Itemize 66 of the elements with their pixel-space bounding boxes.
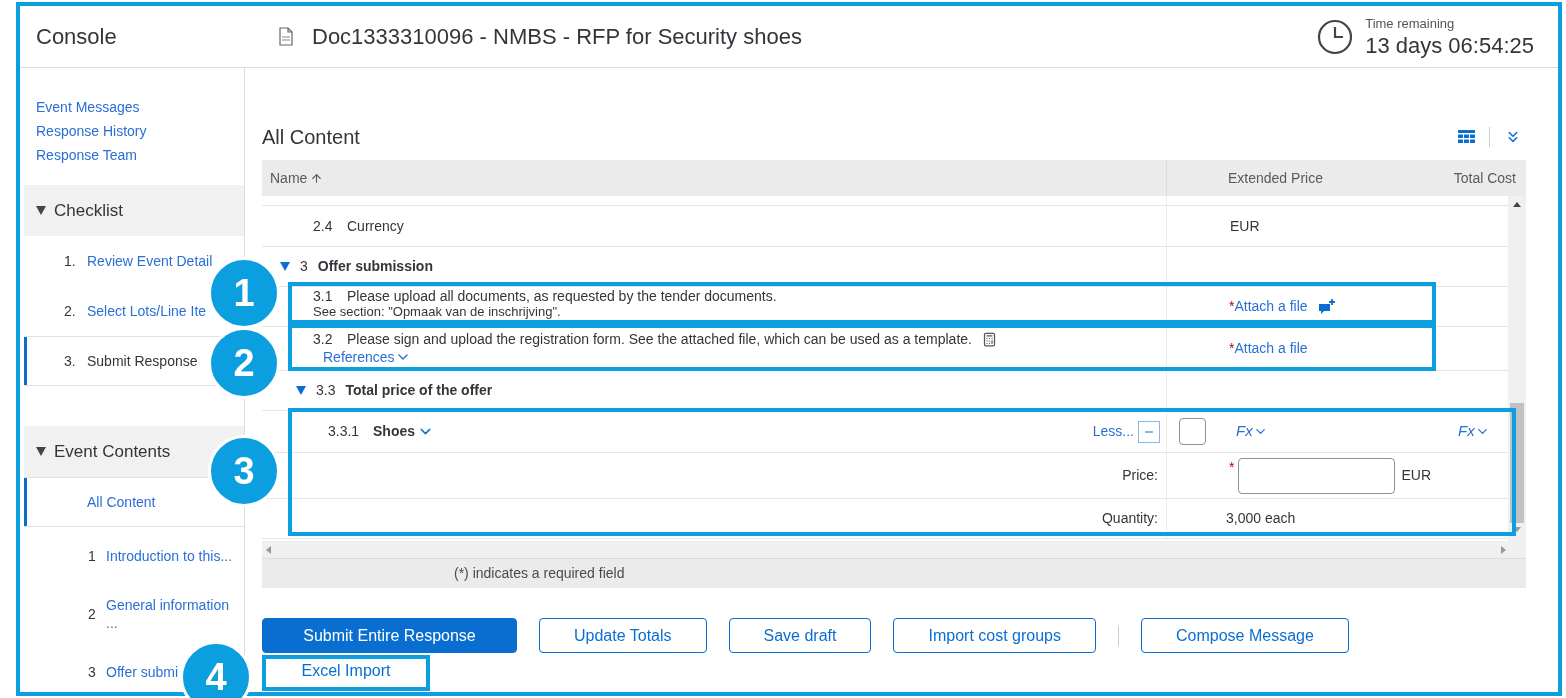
formula-button[interactable]: Fx	[1458, 420, 1490, 443]
action-button[interactable]: Update Totals	[539, 618, 707, 653]
sidebar-item[interactable]: All Content	[87, 493, 156, 511]
expand-triangle-icon[interactable]	[36, 206, 46, 215]
callout-number: 3	[208, 435, 280, 507]
row-number: 3.2	[313, 332, 334, 347]
attach-file-link[interactable]: *Attach a file	[1229, 338, 1308, 359]
section-name: Total price of the offer	[345, 381, 493, 400]
checkbox[interactable]	[1179, 418, 1206, 445]
calculator-icon[interactable]	[981, 332, 997, 347]
time-remaining: 13 days 06:54:25	[1365, 33, 1534, 60]
document-icon	[278, 27, 294, 46]
price-input[interactable]	[1238, 457, 1396, 494]
callout-number: 2	[208, 327, 280, 399]
row-number: 3.3.1	[328, 422, 361, 441]
scroll-up-icon[interactable]	[1513, 202, 1521, 207]
expand-triangle-icon[interactable]	[296, 386, 306, 395]
required-mark: *	[1229, 458, 1235, 477]
time-label: Time remaining	[1365, 14, 1456, 33]
question-note: See section: "Opmaak van de inschrijving".	[313, 304, 562, 319]
scroll-down-icon[interactable]	[1513, 527, 1521, 532]
field-label: Price:	[1122, 466, 1158, 485]
table-view-icon[interactable]	[1458, 130, 1475, 144]
formula-button[interactable]: Fx	[1236, 420, 1268, 443]
sidebar-item[interactable]: 2. Select Lots/Line Ite	[64, 300, 207, 322]
references-link[interactable]: References	[323, 349, 411, 365]
question-text: Please sign and upload the registration form. See the attached file, which can be used as a template.	[347, 332, 972, 347]
cell-value: EUR	[1230, 216, 1260, 236]
comment-add-icon[interactable]	[1317, 298, 1336, 315]
line-item-name: Shoes	[373, 422, 415, 441]
action-button[interactable]: Compose Message	[1141, 618, 1349, 653]
row-number: 2.4	[313, 216, 334, 236]
sidebar-link[interactable]: Response History	[36, 122, 147, 141]
document-title: Doc1333310096 - NMBS - RFP for Security shoes	[312, 23, 802, 51]
row-number: 3.1	[313, 289, 334, 304]
vertical-scrollbar[interactable]	[1508, 196, 1526, 541]
required-footnote: (*) indicates a required field	[454, 564, 625, 583]
sidebar-item[interactable]: 1 Introduction to this...	[88, 545, 233, 567]
row-number: 3.3	[316, 381, 336, 400]
row-name: Currency	[347, 216, 404, 236]
content-title: All Content	[262, 125, 360, 150]
currency-label: EUR	[1401, 466, 1431, 485]
sidebar-item[interactable]: 3 Offer submi	[88, 661, 179, 683]
action-button[interactable]: Import cost groups	[893, 618, 1096, 653]
less-link[interactable]: Less...	[1092, 421, 1134, 442]
column-header[interactable]: Total Cost	[1453, 167, 1516, 189]
submit-button[interactable]: Submit Entire Response	[262, 618, 517, 653]
console-title: Console	[35, 23, 118, 51]
cell-value: 3,000 each	[1226, 509, 1296, 528]
sidebar-item[interactable]: 1. Review Event Detail	[64, 250, 213, 272]
attach-file-link[interactable]: *Attach a file	[1229, 296, 1308, 317]
action-button[interactable]: Save draft	[728, 618, 872, 653]
callout-number: 4	[180, 641, 252, 698]
sidebar-item[interactable]: 3. Submit Response	[64, 350, 198, 372]
question-text: Please upload all documents, as requested by the tender documents.	[347, 289, 777, 304]
clock-icon	[1317, 18, 1354, 55]
sidebar-link[interactable]: Response Team	[36, 146, 137, 165]
row-number: 3	[300, 257, 308, 276]
column-header[interactable]: Name	[270, 167, 324, 189]
field-label: Quantity:	[1101, 509, 1158, 528]
expand-triangle-icon[interactable]	[36, 447, 46, 456]
sidebar-link[interactable]: Event Messages	[36, 98, 140, 117]
section-name: Offer submission	[317, 257, 433, 276]
expand-triangle-icon[interactable]	[280, 262, 290, 271]
column-header[interactable]: Extended Price	[1228, 167, 1323, 189]
sort-arrow-icon	[310, 171, 324, 185]
